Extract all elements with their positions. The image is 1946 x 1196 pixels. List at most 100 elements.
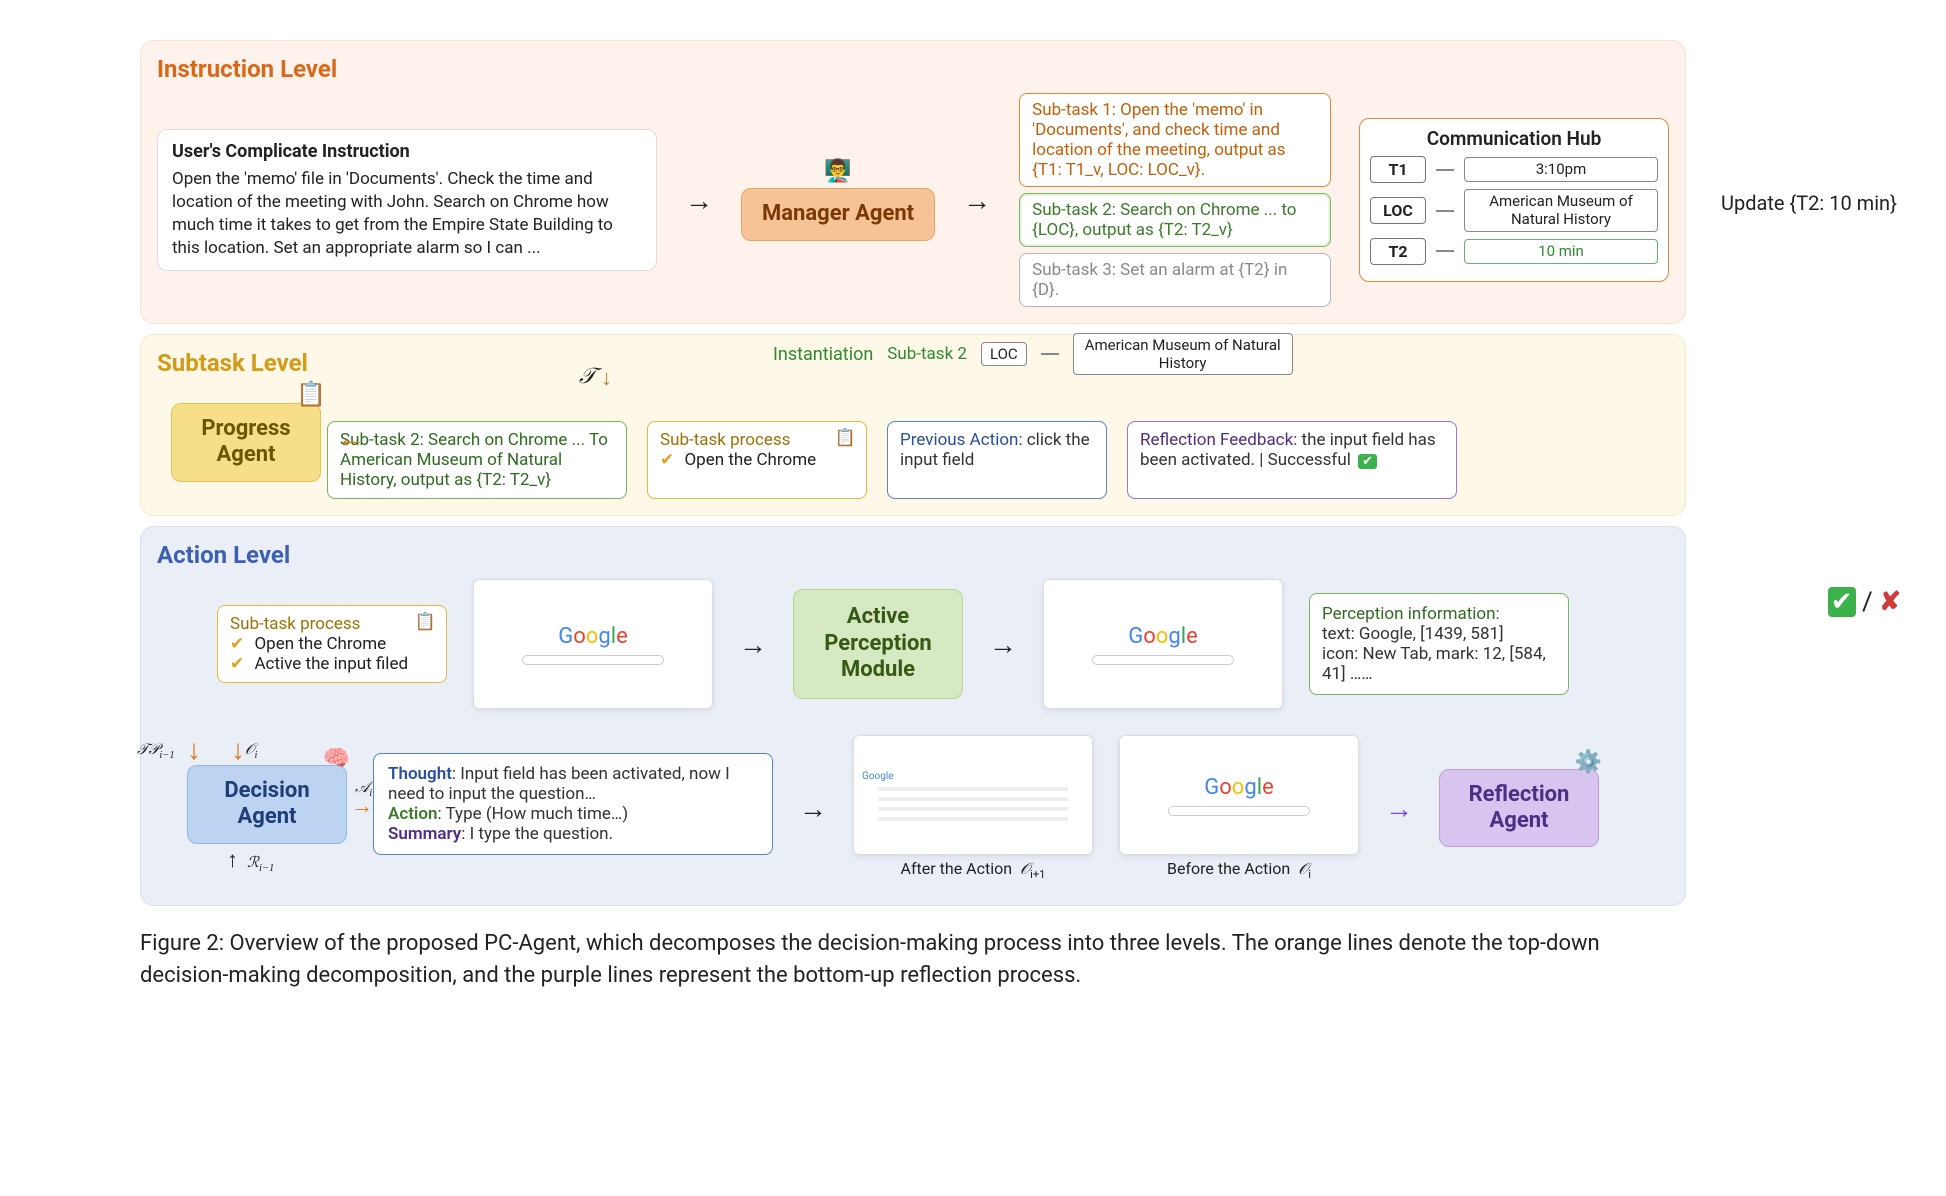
subtask-process-title: Sub-task process (660, 430, 790, 450)
search-bar-placeholder (1168, 806, 1311, 816)
arrow-icon: → (799, 792, 827, 825)
tau-symbol: 𝒯 (579, 363, 596, 389)
hub-value: 10 min (1464, 239, 1658, 264)
action-label: Action (388, 804, 437, 824)
thought-label: Thought (388, 764, 452, 784)
summary-body: I type the question. (470, 824, 613, 844)
check-icon (230, 654, 250, 674)
previous-action-card: Previous Action: click the input field (887, 421, 1107, 499)
hub-value: 3:10pm (1464, 157, 1658, 182)
screenshot-annotated: Google (1043, 579, 1283, 709)
arrow-right-icon: → (351, 793, 373, 819)
reflection-agent-label: Reflection Agent (1460, 782, 1578, 835)
arrow-icon: → (963, 184, 991, 217)
oi-symbol: 𝒪i (245, 741, 257, 761)
hub-connector (1436, 210, 1454, 212)
arrow-down-icon: ↓ (601, 365, 612, 391)
decision-agent: 🧠 Decision Agent (187, 765, 347, 844)
arrow-down-icon: ↓ (187, 733, 201, 766)
subtask-list: Sub-task 1: Open the 'memo' in 'Document… (1019, 93, 1331, 307)
instantiation-label: Instantiation (773, 344, 873, 365)
action-level-panel: Action Level Sub-task process Open the C… (140, 526, 1686, 906)
hub-connector (1436, 169, 1454, 171)
before-action-label: Before the Action 𝒪i (1167, 859, 1311, 881)
screenshot-before: Google (473, 579, 713, 709)
subtask-1: Sub-task 1: Open the 'memo' in 'Document… (1019, 93, 1331, 187)
instantiation-subtask: Sub-task 2 (887, 344, 967, 364)
active-perception-module: Active Perception Module (793, 589, 963, 699)
success-fail-indicator: ✔ / ✘ (1828, 587, 1901, 617)
decision-output-card: Thought: Input field has been activated,… (373, 753, 773, 855)
arrow-icon: → (989, 628, 1017, 661)
checklist-icon: 📋 (296, 380, 326, 409)
google-logo: Google (1128, 624, 1197, 649)
hub-key: T2 (1370, 238, 1426, 265)
arrow-icon: → (1385, 792, 1413, 825)
subtask-process-card-2: Sub-task process Open the Chrome Active … (217, 605, 447, 683)
hub-row: T2 10 min (1370, 238, 1658, 265)
hub-connector (1436, 250, 1454, 252)
subtask-process-card: Sub-task process Open the Chrome (647, 421, 867, 499)
arrow-icon: → (685, 184, 713, 217)
check-icon: ✔ (1828, 587, 1856, 617)
gears-head-icon: ⚙️ (1575, 750, 1602, 776)
instruction-level-title: Instruction Level (157, 55, 1669, 83)
update-annotation-text: Update {T2: 10 min} (1721, 191, 1897, 215)
reflection-agent: ⚙️ Reflection Agent (1439, 769, 1599, 848)
progress-agent: 📋 Progress Agent (171, 403, 321, 482)
manager-agent: Manager Agent (741, 188, 935, 240)
cross-icon: ✘ (1879, 587, 1901, 617)
figure: Instruction Level User's Complicate Inst… (140, 40, 1686, 906)
tp-symbol: 𝒯𝒫i−1 (137, 741, 175, 761)
subtask-process-item: Open the Chrome (684, 450, 816, 470)
google-logo: Google (1204, 775, 1273, 800)
perception-info-body: text: Google, [1439, 581] icon: New Tab,… (1322, 624, 1546, 684)
after-action-label: After the Action 𝒪i+1 (901, 859, 1046, 881)
check-icon (230, 634, 250, 654)
subtask-process-item: Active the input filed (254, 654, 408, 674)
decision-agent-label: Decision Agent (208, 778, 326, 831)
screenshot-after-action: Google (853, 735, 1093, 855)
summary-label: Summary (388, 824, 461, 844)
user-instruction-title: User's Complicate Instruction (172, 140, 642, 164)
instruction-level-panel: Instruction Level User's Complicate Inst… (140, 40, 1686, 324)
search-bar-placeholder (522, 655, 665, 665)
perception-info-card: Perception information: text: Google, [1… (1309, 593, 1569, 695)
previous-action-label: Previous Action (900, 430, 1018, 450)
subtask-level-panel: Subtask Level Instantiation Sub-task 2 L… (140, 334, 1686, 516)
figure-caption: Figure 2: Overview of the proposed PC-Ag… (140, 928, 1686, 992)
arrow-left-icon: ← (337, 421, 365, 454)
progress-agent-label: Progress Agent (192, 416, 300, 469)
reflection-feedback-card: Reflection Feedback: the input field has… (1127, 421, 1457, 499)
connector-line (1041, 353, 1059, 355)
subtask-process-item: Open the Chrome (254, 634, 386, 654)
check-icon (660, 450, 680, 470)
communication-hub: Communication Hub T1 3:10pm LOC American… (1359, 118, 1669, 282)
arrow-icon: → (739, 628, 767, 661)
hub-key: LOC (1370, 197, 1426, 224)
action-body: Type (How much time…) (445, 804, 628, 824)
user-instruction-body: Open the 'memo' file in 'Documents'. Che… (172, 168, 642, 260)
hub-row: T1 3:10pm (1370, 156, 1658, 183)
user-instruction-card: User's Complicate Instruction Open the '… (157, 129, 657, 271)
perception-module-label: Active Perception Module (814, 604, 942, 683)
figure-caption-text: Overview of the proposed PC-Agent, which… (140, 931, 1600, 988)
instantiation-loc-key: LOC (981, 342, 1027, 366)
subtask-3: Sub-task 3: Set an alarm at {T2} in {D}. (1019, 253, 1331, 307)
subtask-2: Sub-task 2: Search on Chrome ... to {LOC… (1019, 193, 1331, 247)
hub-row: LOC American Museum of Natural History (1370, 189, 1658, 232)
figure-number: Figure 2: (140, 931, 224, 956)
communication-hub-title: Communication Hub (1370, 127, 1658, 150)
subtask-process-title: Sub-task process (230, 614, 360, 634)
instantiated-subtask-card: Sub-task 2: Search on Chrome ... To Amer… (327, 421, 627, 499)
update-annotation: Update {T2: 10 min} (1721, 191, 1901, 215)
google-logo: Google (558, 624, 627, 649)
brain-icon: 🧠 (323, 746, 350, 772)
reflection-feedback-label: Reflection Feedback (1140, 430, 1293, 450)
instantiation-strip: Instantiation Sub-task 2 LOC American Mu… (761, 327, 1305, 381)
ri-symbol: ℛi−1 (247, 853, 274, 874)
hub-key: T1 (1370, 156, 1426, 183)
teacher-icon: 👨‍🏫 (824, 159, 851, 184)
screenshot-before-action: Google (1119, 735, 1359, 855)
clipboard-icon (415, 612, 436, 632)
